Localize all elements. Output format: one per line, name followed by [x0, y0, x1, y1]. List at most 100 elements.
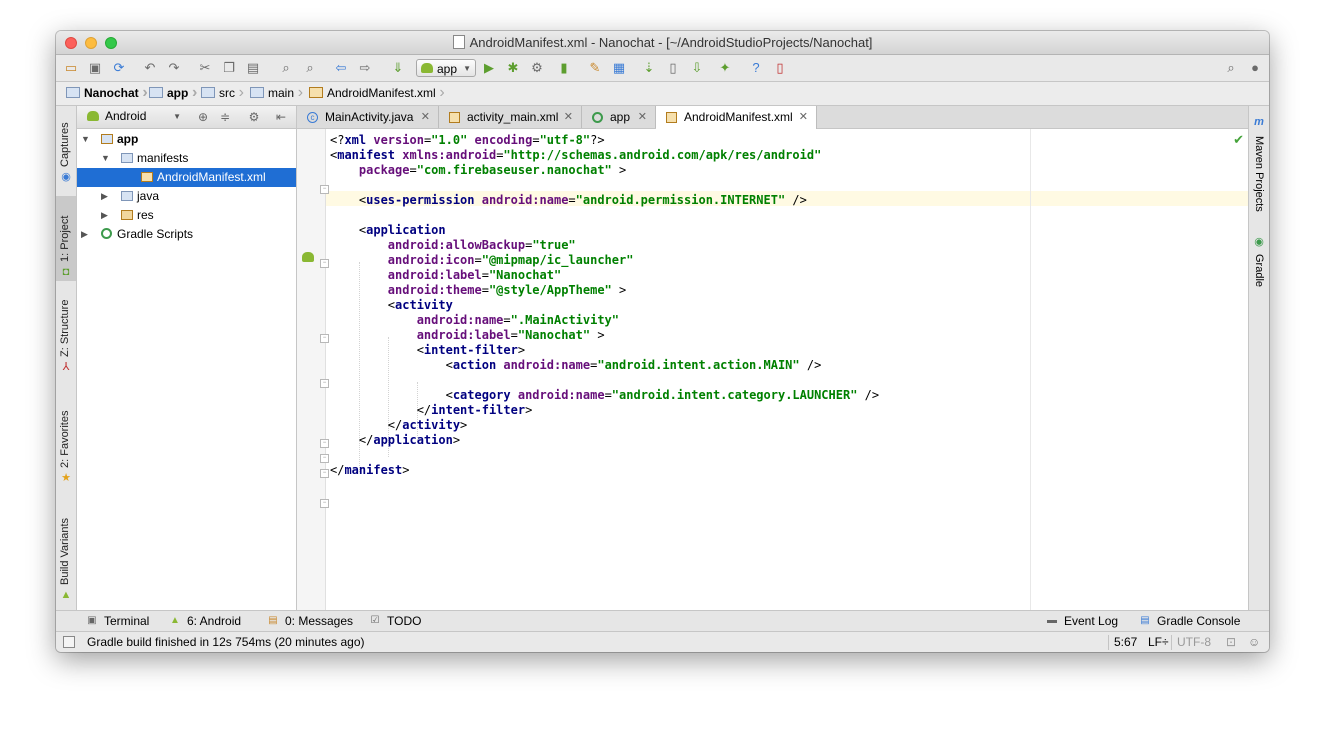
fold-marker-icon[interactable]: −	[320, 259, 329, 268]
make-project-icon[interactable]: ⇓	[390, 60, 406, 76]
open-folder-icon[interactable]: ▭	[63, 60, 79, 76]
breadcrumb-androidmanifest[interactable]: AndroidManifest.xml ›	[309, 82, 445, 105]
code-token: package	[358, 163, 410, 177]
fold-marker-icon[interactable]: −	[320, 499, 329, 508]
fold-marker-icon[interactable]: −	[320, 185, 329, 194]
collapse-arrow-icon[interactable]: ▶	[81, 225, 88, 244]
apply-changes-icon[interactable]: ▮	[556, 60, 572, 76]
code-editor[interactable]: − − − − − − − − ✔ <?xml version = "1.0" en…	[297, 129, 1248, 610]
copy-icon[interactable]: ❐	[221, 60, 237, 76]
tool-tab-structure[interactable]: Z: Structure ⅄	[56, 286, 76, 376]
tool-messages[interactable]: ▤ 0: Messages	[267, 611, 353, 631]
tool-android[interactable]: ▲ 6: Android	[169, 611, 241, 631]
expand-arrow-icon[interactable]: ▼	[81, 130, 90, 149]
tool-tab-label: Build Variants	[59, 517, 71, 585]
tree-item-androidmanifest[interactable]: AndroidManifest.xml	[77, 168, 296, 187]
tree-item-label: Gradle Scripts	[117, 227, 194, 241]
android-monitor-icon[interactable]: ✦	[717, 60, 733, 76]
code-token: "Nanochat"	[488, 268, 562, 282]
tool-gradle-console[interactable]: ▤ Gradle Console	[1139, 611, 1240, 631]
scroll-from-source-icon[interactable]: ⊕	[196, 109, 210, 125]
forward-icon[interactable]: ⇨	[357, 60, 373, 76]
fold-marker-icon[interactable]: −	[320, 469, 329, 478]
paste-icon[interactable]: ▤	[245, 60, 261, 76]
fold-marker-icon[interactable]: −	[320, 334, 329, 343]
run-icon[interactable]: ▶	[481, 60, 497, 76]
find-icon[interactable]: ⌕	[278, 60, 294, 76]
tool-tab-project[interactable]: 1: Project ◘	[56, 196, 76, 281]
collapse-all-icon[interactable]: ≑	[218, 109, 232, 125]
tool-tab-build-variants[interactable]: Build Variants ▲	[56, 501, 76, 601]
back-icon[interactable]: ⇦	[333, 60, 349, 76]
code-line: <manifest xmlns:android="http://schemas.…	[330, 148, 879, 163]
gear-icon[interactable]: ⚙	[247, 109, 261, 125]
expand-arrow-icon[interactable]: ▼	[101, 149, 110, 168]
tab-activity-main-xml[interactable]: activity_main.xml ✕	[439, 106, 582, 128]
tree-item-res[interactable]: ▶ res	[77, 206, 296, 225]
attach-debugger-icon[interactable]: ⚙	[529, 60, 545, 76]
file-encoding[interactable]: UTF-8	[1177, 632, 1211, 652]
device-icon[interactable]: ▯	[772, 60, 788, 76]
breadcrumb-src[interactable]: src ›	[201, 82, 244, 105]
caret-position[interactable]: 5:67	[1114, 632, 1137, 652]
gradle-sync-icon[interactable]: ⇣	[641, 60, 657, 76]
tool-event-log[interactable]: ▬ Event Log	[1046, 611, 1118, 631]
cut-icon[interactable]: ✂	[197, 60, 213, 76]
tab-mainactivity-java[interactable]: c MainActivity.java ✕	[297, 106, 439, 128]
save-all-icon[interactable]: ▣	[87, 60, 103, 76]
breadcrumb-nanochat[interactable]: Nanochat ›	[66, 82, 148, 105]
run-configuration-select[interactable]: app ▼	[416, 59, 476, 77]
help-icon[interactable]: ?	[748, 60, 764, 76]
project-structure-icon[interactable]: ✎	[587, 60, 603, 76]
code-token: "android.intent.category.LAUNCHER"	[611, 388, 858, 402]
status-message: Gradle build finished in 12s 754ms (20 m…	[87, 635, 365, 649]
redo-icon[interactable]: ↷	[166, 60, 182, 76]
code-token: manifest	[344, 463, 403, 477]
tool-tab-gradle[interactable]: ◉ Gradle	[1249, 234, 1269, 304]
user-icon[interactable]: ●	[1247, 60, 1263, 76]
collapse-arrow-icon[interactable]: ▶	[101, 206, 108, 225]
tool-tab-favorites[interactable]: 2: Favorites ★	[56, 399, 76, 491]
project-panel-header: Android ▼ ⊕ ≑ ⚙ ⇤	[77, 106, 296, 129]
line-separator[interactable]: LF÷	[1148, 632, 1169, 652]
code-token: />	[799, 358, 822, 372]
fold-marker-icon[interactable]: −	[320, 379, 329, 388]
terminal-icon: ▣	[87, 615, 97, 626]
tool-tab-maven-projects[interactable]: m Maven Projects	[1249, 114, 1269, 224]
breadcrumb-app[interactable]: app ›	[149, 82, 197, 105]
tree-item-manifests[interactable]: ▼ manifests	[77, 149, 296, 168]
lock-icon[interactable]: ⊡	[1226, 632, 1236, 652]
code-token: "Nanochat"	[517, 328, 591, 342]
collapse-arrow-icon[interactable]: ▶	[101, 187, 108, 206]
search-everywhere-icon[interactable]: ⌕	[1223, 60, 1239, 76]
tab-androidmanifest-xml[interactable]: AndroidManifest.xml ✕	[656, 106, 817, 129]
tool-tab-captures[interactable]: Captures ◉	[56, 111, 76, 183]
avd-manager-icon[interactable]: ▯	[665, 60, 681, 76]
layout-inspector-icon[interactable]: ▦	[611, 60, 627, 76]
fold-marker-icon[interactable]: −	[320, 454, 329, 463]
close-tab-icon[interactable]: ✕	[638, 106, 647, 128]
hide-panel-icon[interactable]: ⇤	[274, 109, 288, 125]
tree-item-app[interactable]: ▼ app	[77, 130, 296, 149]
project-view-select[interactable]: Android ▼	[79, 108, 185, 125]
sdk-manager-icon[interactable]: ⇩	[689, 60, 705, 76]
inspector-icon[interactable]: ☺	[1248, 632, 1260, 652]
code-line: </application>	[330, 433, 879, 448]
code-token: />	[785, 193, 807, 207]
undo-icon[interactable]: ↶	[142, 60, 158, 76]
close-tab-icon[interactable]: ✕	[799, 106, 808, 128]
toggle-tool-windows-icon[interactable]	[63, 636, 75, 648]
sync-icon[interactable]: ⟳	[111, 60, 127, 76]
breadcrumb-main[interactable]: main ›	[250, 82, 303, 105]
debug-icon[interactable]: ✱	[505, 60, 521, 76]
close-tab-icon[interactable]: ✕	[564, 106, 573, 128]
tree-item-java[interactable]: ▶ java	[77, 187, 296, 206]
tab-app-gradle[interactable]: app ✕	[582, 106, 656, 128]
tool-terminal[interactable]: ▣ Terminal	[86, 611, 149, 631]
tree-item-gradle-scripts[interactable]: ▶ Gradle Scripts	[77, 225, 296, 244]
close-tab-icon[interactable]: ✕	[421, 106, 430, 128]
fold-marker-icon[interactable]: −	[320, 439, 329, 448]
tool-todo[interactable]: ☑ TODO	[369, 611, 422, 631]
replace-icon[interactable]: ⌕	[302, 60, 318, 76]
